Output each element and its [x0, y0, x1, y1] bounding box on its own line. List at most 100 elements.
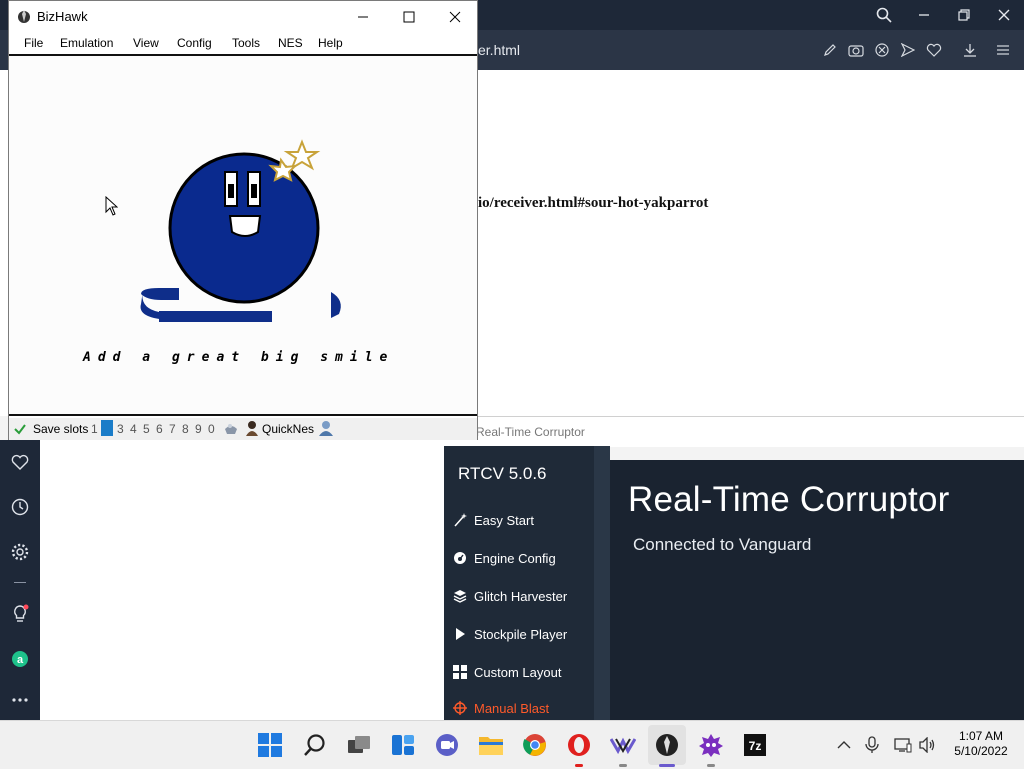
search-icon[interactable] [864, 0, 904, 30]
system-clock[interactable]: 1:07 AM 5/10/2022 [945, 729, 1017, 759]
widgets-icon[interactable] [389, 731, 417, 759]
svg-text:a: a [17, 654, 24, 666]
save-slot-3[interactable]: 3 [117, 422, 124, 436]
menu-custom-layout[interactable]: Custom Layout [452, 662, 561, 682]
microphone-icon[interactable] [862, 735, 882, 755]
clock-time: 1:07 AM [958, 729, 1004, 743]
menu-stockpile-player[interactable]: Stockpile Player [452, 624, 567, 644]
aria-icon[interactable]: a [8, 647, 32, 671]
close-icon[interactable] [984, 0, 1024, 30]
svg-text:7z: 7z [749, 739, 762, 753]
screen-caption: Add a great big smile [83, 350, 395, 365]
mouse-cursor-icon [105, 196, 118, 216]
maximize-icon[interactable] [386, 1, 432, 32]
save-slot-4[interactable]: 4 [130, 422, 137, 436]
chevron-up-icon[interactable] [834, 735, 854, 755]
menu-tools[interactable]: Tools [232, 36, 260, 50]
start-icon[interactable] [256, 731, 284, 759]
save-slot-0[interactable]: 0 [208, 422, 215, 436]
history-icon[interactable] [8, 495, 32, 519]
menu-engine-config[interactable]: Engine Config [452, 548, 556, 568]
rtc-title-bar: Real-Time Corruptor [444, 416, 1024, 447]
chrome-icon[interactable] [521, 731, 549, 759]
gauge-icon [452, 550, 468, 566]
block-icon[interactable] [872, 40, 892, 60]
bizhawk-title: BizHawk [37, 9, 88, 24]
edit-icon[interactable] [820, 40, 840, 60]
7zip-icon[interactable]: 7z [741, 731, 769, 759]
rtc-running-indicator [707, 764, 715, 767]
rtc-version: RTCV 5.0.6 [458, 464, 547, 483]
rtc-icon[interactable] [697, 731, 725, 759]
heart-icon[interactable] [8, 450, 32, 474]
menu-easy-start[interactable]: Easy Start [452, 510, 534, 530]
teams-icon[interactable] [433, 731, 461, 759]
menu-nes[interactable]: NES [278, 36, 303, 50]
vegas-icon[interactable] [609, 731, 637, 759]
core-icon [246, 421, 258, 436]
camera-icon[interactable] [846, 40, 866, 60]
menu-label: Stockpile Player [474, 626, 568, 642]
opera-active-indicator [575, 764, 583, 767]
checkmark-icon [14, 424, 26, 435]
menu-manual-blast[interactable]: Manual Blast [452, 698, 549, 718]
menu-label: Easy Start [474, 512, 534, 528]
crosshair-icon [452, 700, 468, 716]
minimize-icon[interactable] [904, 0, 944, 30]
core-name: QuickNes [262, 422, 315, 436]
menu-label: Custom Layout [474, 664, 562, 680]
menu-glitch-harvester[interactable]: Glitch Harvester [452, 586, 567, 606]
save-slot-7[interactable]: 7 [169, 422, 176, 436]
save-slot-2[interactable]: 2 [101, 420, 113, 436]
menu-config[interactable]: Config [177, 36, 212, 50]
restore-icon[interactable] [944, 0, 984, 30]
rtc-title: Real-Time Corruptor [628, 480, 950, 519]
save-slot-1[interactable]: 1 [91, 422, 98, 436]
rtc-main-panel: Real-Time Corruptor Connected to Vanguar… [610, 460, 1024, 720]
save-slot-5[interactable]: 5 [143, 422, 150, 436]
search-icon[interactable] [301, 731, 329, 759]
menu-help[interactable]: Help [318, 36, 343, 50]
save-slot-6[interactable]: 6 [156, 422, 163, 436]
bizhawk-status-bar: Save slots 1 2 3 4 5 6 7 8 9 0 QuickNes [9, 418, 477, 440]
menu-emulation[interactable]: Emulation [60, 36, 113, 50]
address-field[interactable]: er.html [478, 42, 520, 58]
menu-label: Manual Blast [474, 700, 550, 716]
bizhawk-taskbar-icon[interactable] [653, 731, 681, 759]
bizhawk-window: BizHawk File Emulation View Config Tools… [8, 0, 478, 440]
bizhawk-title-bar: BizHawk [9, 1, 477, 32]
rtc-divider [594, 446, 610, 720]
rtc-side-menu: RTCV 5.0.6 Easy Start Engine Config Glit… [444, 446, 594, 720]
magic-wand-icon [452, 512, 468, 528]
easy-setup-icon[interactable] [993, 40, 1013, 60]
controller-icon [225, 424, 237, 434]
volume-icon[interactable] [918, 735, 938, 755]
emulator-screen[interactable]: Add a great big smile [9, 54, 477, 416]
browser-page-lower [40, 440, 444, 720]
connection-status: Connected to Vanguard [633, 535, 812, 554]
bizhawk-menu-bar: File Emulation View Config Tools NES Hel… [9, 32, 477, 54]
minimize-icon[interactable] [340, 1, 386, 32]
save-slot-8[interactable]: 8 [182, 422, 189, 436]
heart-icon[interactable] [924, 40, 944, 60]
network-icon[interactable] [893, 735, 913, 755]
opera-icon[interactable] [565, 731, 593, 759]
receiver-url-text: io/receiver.html#sour-hot-yakparrot [478, 195, 709, 211]
lightbulb-icon[interactable] [8, 602, 32, 626]
rtc-window-title: Real-Time Corruptor [476, 425, 585, 439]
more-icon[interactable] [8, 688, 32, 712]
send-icon[interactable] [898, 40, 918, 60]
save-slot-9[interactable]: 9 [195, 422, 202, 436]
layers-icon [452, 588, 468, 604]
browser-sidebar: a [0, 440, 40, 720]
settings-icon[interactable] [8, 540, 32, 564]
download-icon[interactable] [960, 40, 980, 60]
file-explorer-icon[interactable] [477, 731, 505, 759]
close-icon[interactable] [432, 1, 478, 32]
menu-file[interactable]: File [24, 36, 43, 50]
menu-view[interactable]: View [133, 36, 159, 50]
grid-icon [452, 664, 468, 680]
clock-date: 5/10/2022 [954, 744, 1008, 758]
save-slots-label: Save slots [33, 422, 89, 436]
task-view-icon[interactable] [345, 731, 373, 759]
